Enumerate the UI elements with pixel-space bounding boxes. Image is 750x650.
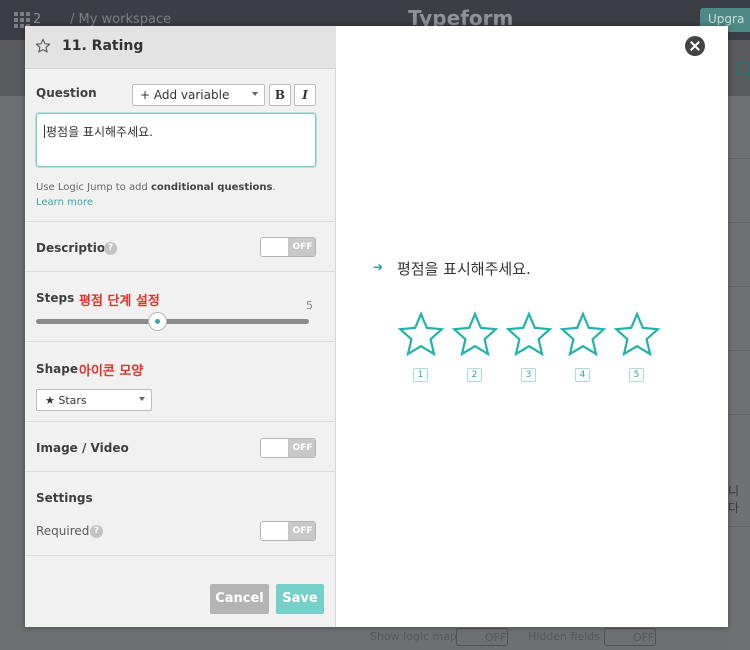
logic-jump-hint: Use Logic Jump to add conditional questi…	[36, 182, 276, 208]
question-title: 11. Rating	[62, 38, 144, 54]
steps-section	[25, 272, 336, 342]
question-label: Question	[36, 86, 97, 100]
question-editor-panel: 11. Rating Question + Add variable B I 평…	[25, 26, 336, 627]
question-text-value: 평점을 표시해주세요.	[46, 125, 153, 139]
settings-label: Settings	[36, 491, 93, 505]
rating-scale: 1 2 3 4 5	[395, 311, 665, 391]
hidden-fields-toggle[interactable]: OFF	[604, 628, 656, 646]
description-label: Description	[36, 241, 114, 255]
bg-edge-text: 니다	[728, 484, 740, 515]
steps-label: Steps	[36, 291, 75, 305]
steps-slider-handle[interactable]	[147, 312, 167, 331]
shape-selected-value: ★ Stars	[45, 394, 87, 407]
question-text-input[interactable]: 평점을 표시해주세요.	[36, 113, 316, 167]
description-toggle-state: OFF	[289, 238, 315, 256]
logic-map-toggle[interactable]: OFF	[456, 628, 508, 646]
bg-checkbox-icon	[737, 62, 750, 76]
logic-map-state: OFF	[485, 631, 507, 644]
image-video-toggle-state: OFF	[289, 439, 315, 457]
chevron-down-icon	[139, 397, 145, 401]
rating-option-label[interactable]: 3	[521, 368, 536, 382]
image-video-toggle[interactable]: OFF	[260, 438, 316, 458]
star-outline-icon	[35, 38, 51, 53]
italic-button[interactable]: I	[294, 84, 316, 106]
required-toggle[interactable]: OFF	[260, 521, 316, 541]
workspace-count: 2	[33, 12, 42, 27]
image-video-label: Image / Video	[36, 441, 129, 455]
steps-value-label: 5	[306, 299, 313, 312]
steps-annotation: 평점 단계 설정	[79, 294, 160, 309]
save-button[interactable]: Save	[276, 584, 324, 614]
shape-annotation: 아이콘 모양	[79, 364, 144, 379]
hidden-fields-label: Hidden fields	[528, 630, 600, 643]
steps-slider-track[interactable]	[36, 319, 309, 324]
hidden-fields-state: OFF	[633, 631, 655, 644]
rating-option-label[interactable]: 2	[467, 368, 482, 382]
required-help-icon[interactable]: ?	[90, 525, 103, 538]
editor-header: 11. Rating	[25, 26, 336, 69]
arrow-right-icon: ➔	[373, 260, 384, 274]
question-preview-panel: ➔ 평점을 표시해주세요. 1 2 3 4 5	[337, 26, 728, 627]
required-label: Required	[36, 524, 90, 538]
rating-star-icon[interactable]	[613, 311, 661, 359]
shape-label: Shape	[36, 362, 79, 376]
shape-dropdown[interactable]: ★ Stars	[36, 389, 152, 411]
required-toggle-state: OFF	[289, 522, 315, 540]
rating-star-icon[interactable]	[559, 311, 607, 359]
rating-option-label[interactable]: 1	[413, 368, 428, 382]
close-icon[interactable]	[685, 36, 705, 56]
rating-star-icon[interactable]	[505, 311, 553, 359]
rating-option-label[interactable]: 4	[575, 368, 590, 382]
workspace-breadcrumb[interactable]: / My workspace	[70, 12, 171, 27]
rating-star-icon[interactable]	[397, 311, 445, 359]
bg-question-list	[728, 96, 750, 650]
description-toggle[interactable]: OFF	[260, 237, 316, 257]
rating-question-modal: 11. Rating Question + Add variable B I 평…	[25, 26, 728, 627]
preview-question-text: 평점을 표시해주세요.	[397, 260, 531, 278]
chevron-down-icon	[252, 92, 258, 96]
add-variable-dropdown[interactable]: + Add variable	[132, 84, 265, 106]
description-help-icon[interactable]: ?	[104, 242, 117, 255]
settings-section	[25, 472, 336, 556]
bg-footer: Show logic map OFF Hidden fields OFF	[336, 628, 750, 650]
learn-more-link[interactable]: Learn more	[36, 197, 93, 208]
rating-star-icon[interactable]	[451, 311, 499, 359]
conditional-questions-text: conditional questions	[150, 182, 273, 193]
cancel-button[interactable]: Cancel	[210, 584, 269, 614]
add-variable-label: + Add variable	[140, 88, 230, 102]
bold-button[interactable]: B	[269, 84, 291, 106]
show-logic-map-label: Show logic map	[370, 630, 457, 643]
rating-option-label[interactable]: 5	[629, 368, 644, 382]
